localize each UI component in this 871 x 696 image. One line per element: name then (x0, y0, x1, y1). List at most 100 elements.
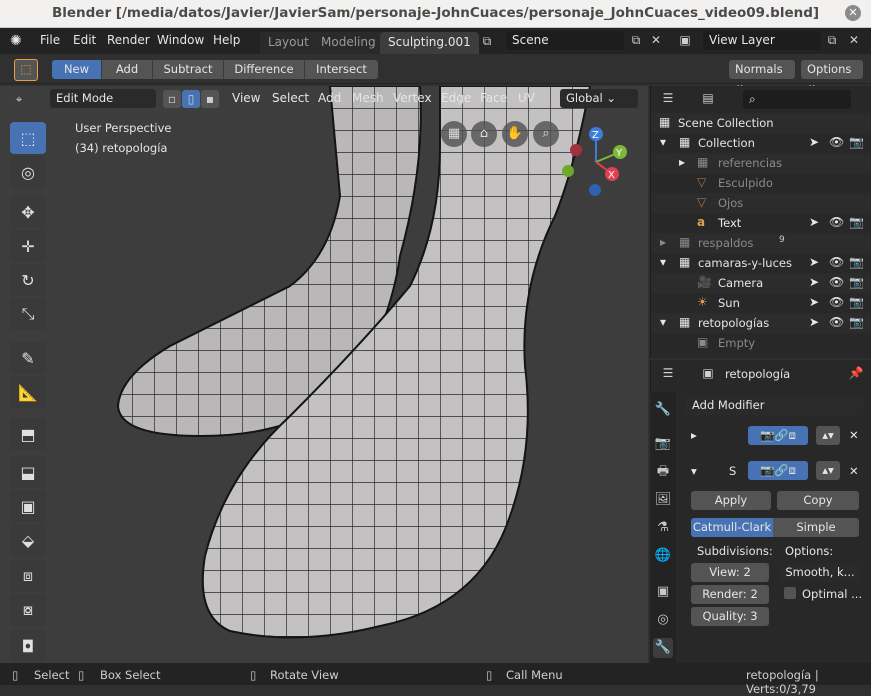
properties-editor-icon[interactable]: ☰ (659, 364, 677, 382)
apply-button[interactable]: Apply (691, 491, 771, 510)
render-levels-field[interactable]: Render: 2 (691, 585, 769, 604)
outliner-row-camaras[interactable]: ▾ ▦ camaras-y-luces ➤ 👁 📷 (651, 253, 871, 273)
modifier1-move-icon[interactable]: ▴▾ (816, 426, 840, 445)
modifier-tab-icon[interactable]: 🔧 (653, 638, 673, 658)
camera-view-icon[interactable]: ⌂ (471, 121, 497, 147)
view-layer-tab-icon[interactable]: 🖼 (653, 490, 673, 510)
modifier1-expand-icon[interactable]: ▸ (691, 428, 697, 442)
copy-button[interactable]: Copy (777, 491, 859, 510)
modifier2-visibility-buttons[interactable]: 📷🔗⧈ (748, 461, 808, 480)
options-dropdown[interactable]: Options ⌄ (801, 60, 863, 91)
select-box-icon[interactable]: ⬚ (10, 122, 46, 154)
menu-face[interactable]: Face (480, 91, 507, 105)
knife-icon[interactable]: ⧇ (10, 594, 46, 626)
outliner-row-collection[interactable]: ▾ ▦ Collection ➤ 👁 📷 (651, 133, 871, 153)
cursor-icon[interactable]: ◎ (10, 156, 46, 188)
outliner-row-scene-collection[interactable]: ▦ Scene Collection (651, 113, 871, 133)
view-layer-field[interactable]: View Layer (703, 31, 821, 50)
world-tab-icon[interactable]: 🌐 (653, 546, 673, 566)
modifier2-remove-icon[interactable]: ✕ (849, 464, 859, 478)
simple-button[interactable]: Simple (773, 518, 859, 537)
poly-build-icon[interactable]: ◘ (10, 630, 46, 662)
menu-view[interactable]: View (232, 91, 260, 105)
view-levels-field[interactable]: View: 2 (691, 563, 769, 582)
loop-cut-icon[interactable]: ⧈ (10, 560, 46, 592)
transform-orientation-dropdown[interactable]: Global ⌄ (560, 89, 638, 108)
edge-select-icon[interactable]: ▯ (182, 90, 200, 108)
tab-sculpting[interactable]: Sculpting.001 (380, 32, 479, 54)
scene-tab-icon[interactable]: ⚗ (653, 518, 673, 538)
quality-field[interactable]: Quality: 3 (691, 607, 769, 626)
modifier1-visibility-buttons[interactable]: 📷🔗⧈ (748, 426, 808, 445)
outliner-row-sun[interactable]: ☀ Sun ➤ 👁 📷 (651, 293, 871, 313)
add-modifier-dropdown[interactable]: Add Modifier (686, 396, 864, 415)
outliner-row-empty[interactable]: ▣ Empty (651, 333, 871, 353)
menu-file[interactable]: File (40, 33, 60, 47)
menu-edge[interactable]: Edge (441, 91, 471, 105)
measure-icon[interactable]: 📐 (10, 376, 46, 408)
add-cube-icon[interactable]: ⬒ (10, 418, 46, 450)
mode-add-button[interactable]: Add (102, 60, 153, 79)
delete-scene-icon[interactable]: ✕ (647, 31, 665, 49)
zoom-icon[interactable]: ⌕ (533, 121, 559, 147)
output-tab-icon[interactable]: 🖶 (653, 462, 673, 482)
bevel-icon[interactable]: ⬙ (10, 524, 46, 556)
uv-smooth-dropdown[interactable]: Smooth, k... (781, 563, 859, 582)
menu-add[interactable]: Add (318, 91, 341, 105)
outliner-row-esculpido[interactable]: ▽ Esculpido (651, 173, 871, 193)
menu-uv[interactable]: UV (518, 91, 535, 105)
mode-dropdown[interactable]: Edit Mode (50, 89, 156, 108)
menu-mesh[interactable]: Mesh (352, 91, 384, 105)
close-icon[interactable]: ✕ (845, 5, 861, 21)
mode-intersect-button[interactable]: Intersect (305, 60, 378, 79)
mode-new-button[interactable]: New (52, 60, 102, 79)
modifier2-expand-icon[interactable]: ▾ (691, 464, 697, 478)
tab-layout[interactable]: Layout (260, 32, 317, 54)
pan-hand-icon[interactable]: ✋ (502, 121, 528, 147)
menu-window[interactable]: Window (157, 33, 204, 47)
outliner-editor-icon[interactable]: ☰ (659, 89, 677, 107)
face-select-icon[interactable]: ▪ (201, 90, 219, 108)
outliner-row-respaldos[interactable]: ▸ ▦ respaldos 9 (651, 233, 871, 253)
menu-help[interactable]: Help (213, 33, 240, 47)
menu-edit[interactable]: Edit (73, 33, 96, 47)
view-layer-browse-icon[interactable]: ▣ (676, 31, 694, 49)
pin-icon[interactable]: 📌 (847, 364, 865, 382)
toggle-xray-icon[interactable]: ▦ (441, 121, 467, 147)
catmull-clark-button[interactable]: Catmull-Clark (691, 518, 773, 537)
editor-type-icon[interactable]: ⌖ (10, 90, 28, 108)
object-tab-icon[interactable]: ▣ (653, 582, 673, 602)
outliner-row-retopologias[interactable]: ▾ ▦ retopologías ➤ 👁 📷 (651, 313, 871, 333)
optimal-display-checkbox[interactable] (784, 587, 796, 599)
vertex-select-icon[interactable]: ▫ (163, 90, 181, 108)
outliner-row-ojos[interactable]: ▽ Ojos (651, 193, 871, 213)
move-arrows-icon[interactable]: ✛ (10, 230, 46, 262)
new-scene-icon[interactable]: ⧉ (627, 31, 645, 49)
select-box-tool-icon[interactable]: ⬚ (14, 59, 38, 81)
extrude-icon[interactable]: ⬓ (10, 456, 46, 488)
scale-icon[interactable]: ⤡ (10, 298, 46, 330)
axis-gizmo[interactable]: Z Y X (560, 122, 635, 202)
outliner-row-text[interactable]: a Text ➤ 👁 📷 (651, 213, 871, 233)
mode-subtract-button[interactable]: Subtract (153, 60, 224, 79)
annotate-icon[interactable]: ✎ (10, 342, 46, 374)
scene-browse-icon[interactable]: ⧉ (478, 32, 496, 50)
render-tab-icon[interactable]: 📷 (653, 434, 673, 454)
3d-viewport[interactable] (0, 86, 648, 663)
normals-dropdown[interactable]: Normals ⌄ (729, 60, 795, 91)
inset-icon[interactable]: ▣ (10, 490, 46, 522)
physics-tab-icon[interactable]: ◎ (653, 610, 673, 630)
tab-modeling[interactable]: Modeling (313, 32, 384, 54)
delete-view-layer-icon[interactable]: ✕ (845, 31, 863, 49)
modifier2-move-icon[interactable]: ▴▾ (816, 461, 840, 480)
rotate-icon[interactable]: ↻ (10, 264, 46, 296)
blender-logo-icon[interactable]: ✺ (10, 33, 22, 49)
menu-select[interactable]: Select (272, 91, 309, 105)
outliner-row-referencias[interactable]: ▸ ▦ referencias (651, 153, 871, 173)
modifier1-remove-icon[interactable]: ✕ (849, 428, 859, 442)
outliner-display-mode-icon[interactable]: ▤ (699, 89, 717, 107)
menu-render[interactable]: Render (107, 33, 150, 47)
move-icon[interactable]: ✥ (10, 196, 46, 228)
tool-tab-icon[interactable]: 🔧 (653, 400, 673, 420)
mode-difference-button[interactable]: Difference (224, 60, 305, 79)
